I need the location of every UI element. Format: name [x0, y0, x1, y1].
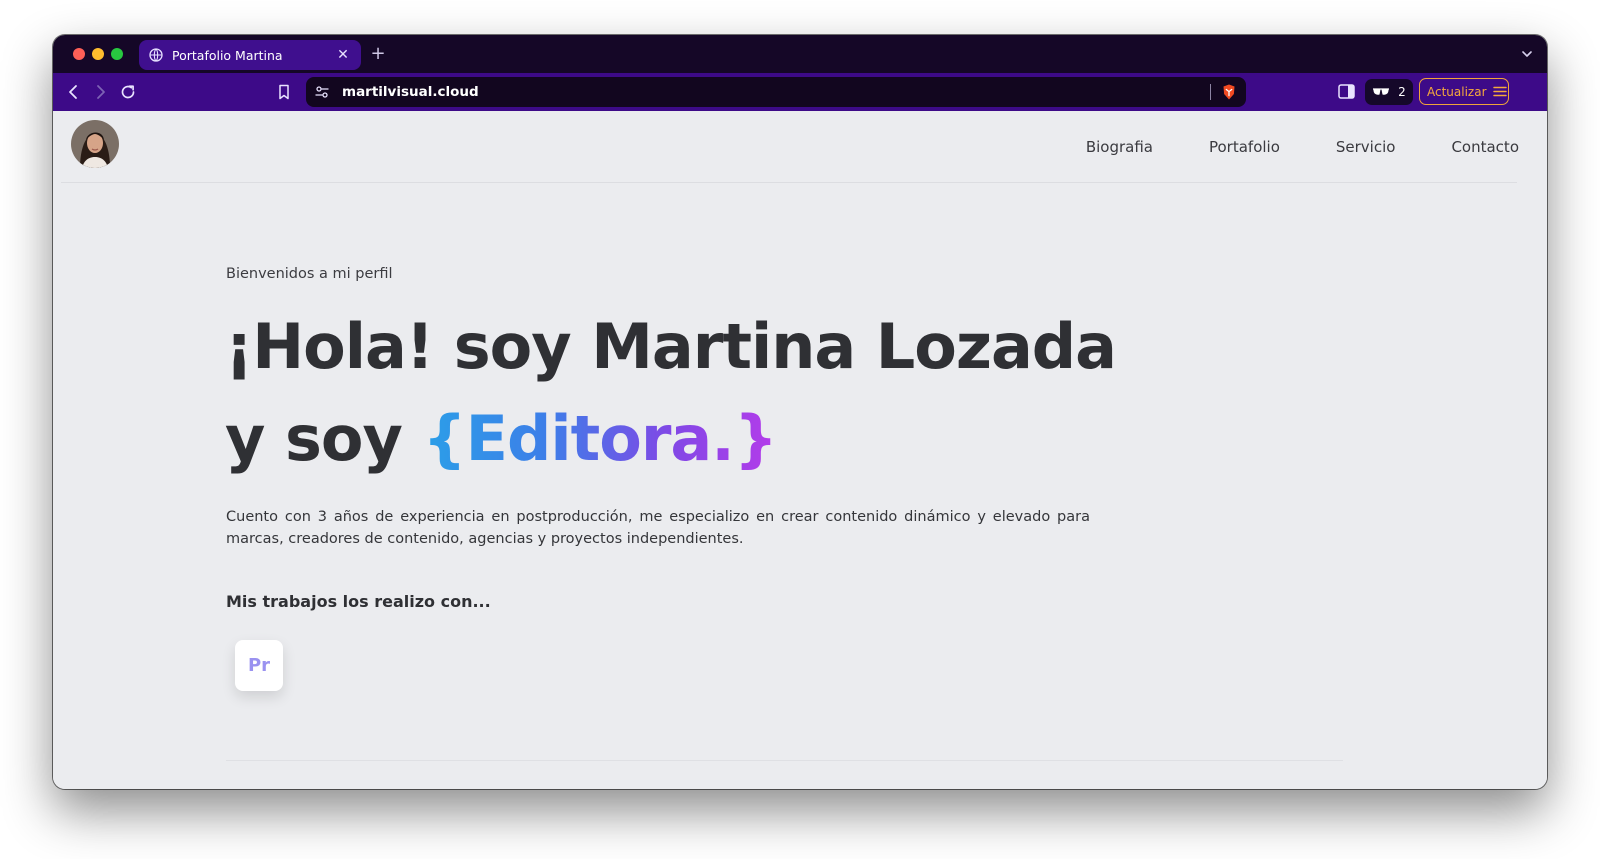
- address-bar[interactable]: martilvisual.cloud: [306, 77, 1246, 107]
- nav-link-portafolio[interactable]: Portafolio: [1209, 138, 1280, 156]
- url-text[interactable]: martilvisual.cloud: [342, 84, 1210, 100]
- bookmark-icon[interactable]: [275, 83, 293, 101]
- hero-title-line-2: y soy {Editora.}: [225, 408, 778, 470]
- sidebar-toggle-icon[interactable]: [1338, 84, 1355, 99]
- web-page: Biografia Portafolio Servicio Contacto B…: [53, 111, 1547, 789]
- tab-portafolio-martina[interactable]: Portafolio Martina ✕: [139, 40, 361, 70]
- browser-toolbar: martilvisual.cloud 2 Actualizar: [53, 73, 1547, 111]
- tools-title: Mis trabajos los realizo con...: [226, 592, 491, 611]
- nav-link-contacto[interactable]: Contacto: [1451, 138, 1519, 156]
- site-settings-icon[interactable]: [314, 84, 330, 100]
- tab-bar: Portafolio Martina ✕ +: [53, 35, 1547, 73]
- menu-icon: [1492, 86, 1507, 97]
- chevron-down-icon[interactable]: [1519, 46, 1535, 62]
- new-tab-button[interactable]: +: [367, 43, 389, 65]
- minimize-window-button[interactable]: [92, 48, 104, 60]
- maximize-window-button[interactable]: [111, 48, 123, 60]
- globe-icon: [149, 48, 163, 62]
- site-header: Biografia Portafolio Servicio Contacto: [61, 111, 1519, 183]
- hero-description: Cuento con 3 años de experiencia en post…: [226, 509, 1090, 547]
- back-arrow-icon[interactable]: [65, 83, 83, 101]
- main-nav: Biografia Portafolio Servicio Contacto: [1030, 138, 1519, 156]
- close-window-button[interactable]: [73, 48, 85, 60]
- hero-title-prefix: y soy: [225, 402, 423, 475]
- premiere-pro-icon[interactable]: Pr: [235, 640, 283, 691]
- profile-avatar[interactable]: [71, 120, 119, 168]
- brave-shield-icon[interactable]: [1220, 83, 1238, 101]
- hero-role-highlight: {Editora.}: [422, 402, 778, 475]
- browser-window: Portafolio Martina ✕ + martilvisual.clou…: [53, 35, 1547, 789]
- update-label: Actualizar: [1427, 84, 1487, 99]
- hero-greeting: Bienvenidos a mi perfil: [226, 266, 393, 282]
- url-divider: [1210, 84, 1211, 100]
- extension-count: 2: [1398, 85, 1406, 99]
- tab-title: Portafolio Martina: [172, 47, 283, 63]
- reload-icon[interactable]: [119, 83, 137, 101]
- forward-arrow-icon[interactable]: [91, 83, 109, 101]
- update-button[interactable]: Actualizar: [1419, 78, 1509, 105]
- nav-link-biografia[interactable]: Biografia: [1086, 138, 1153, 156]
- nav-link-servicio[interactable]: Servicio: [1336, 138, 1396, 156]
- tab-close-icon[interactable]: ✕: [335, 47, 351, 63]
- hero-title-line-1: ¡Hola! soy Martina Lozada: [225, 310, 1117, 383]
- section-divider: [226, 760, 1343, 761]
- glasses-icon: [1372, 87, 1390, 97]
- tool-label: Pr: [247, 655, 271, 676]
- extensions-button[interactable]: 2: [1365, 79, 1413, 105]
